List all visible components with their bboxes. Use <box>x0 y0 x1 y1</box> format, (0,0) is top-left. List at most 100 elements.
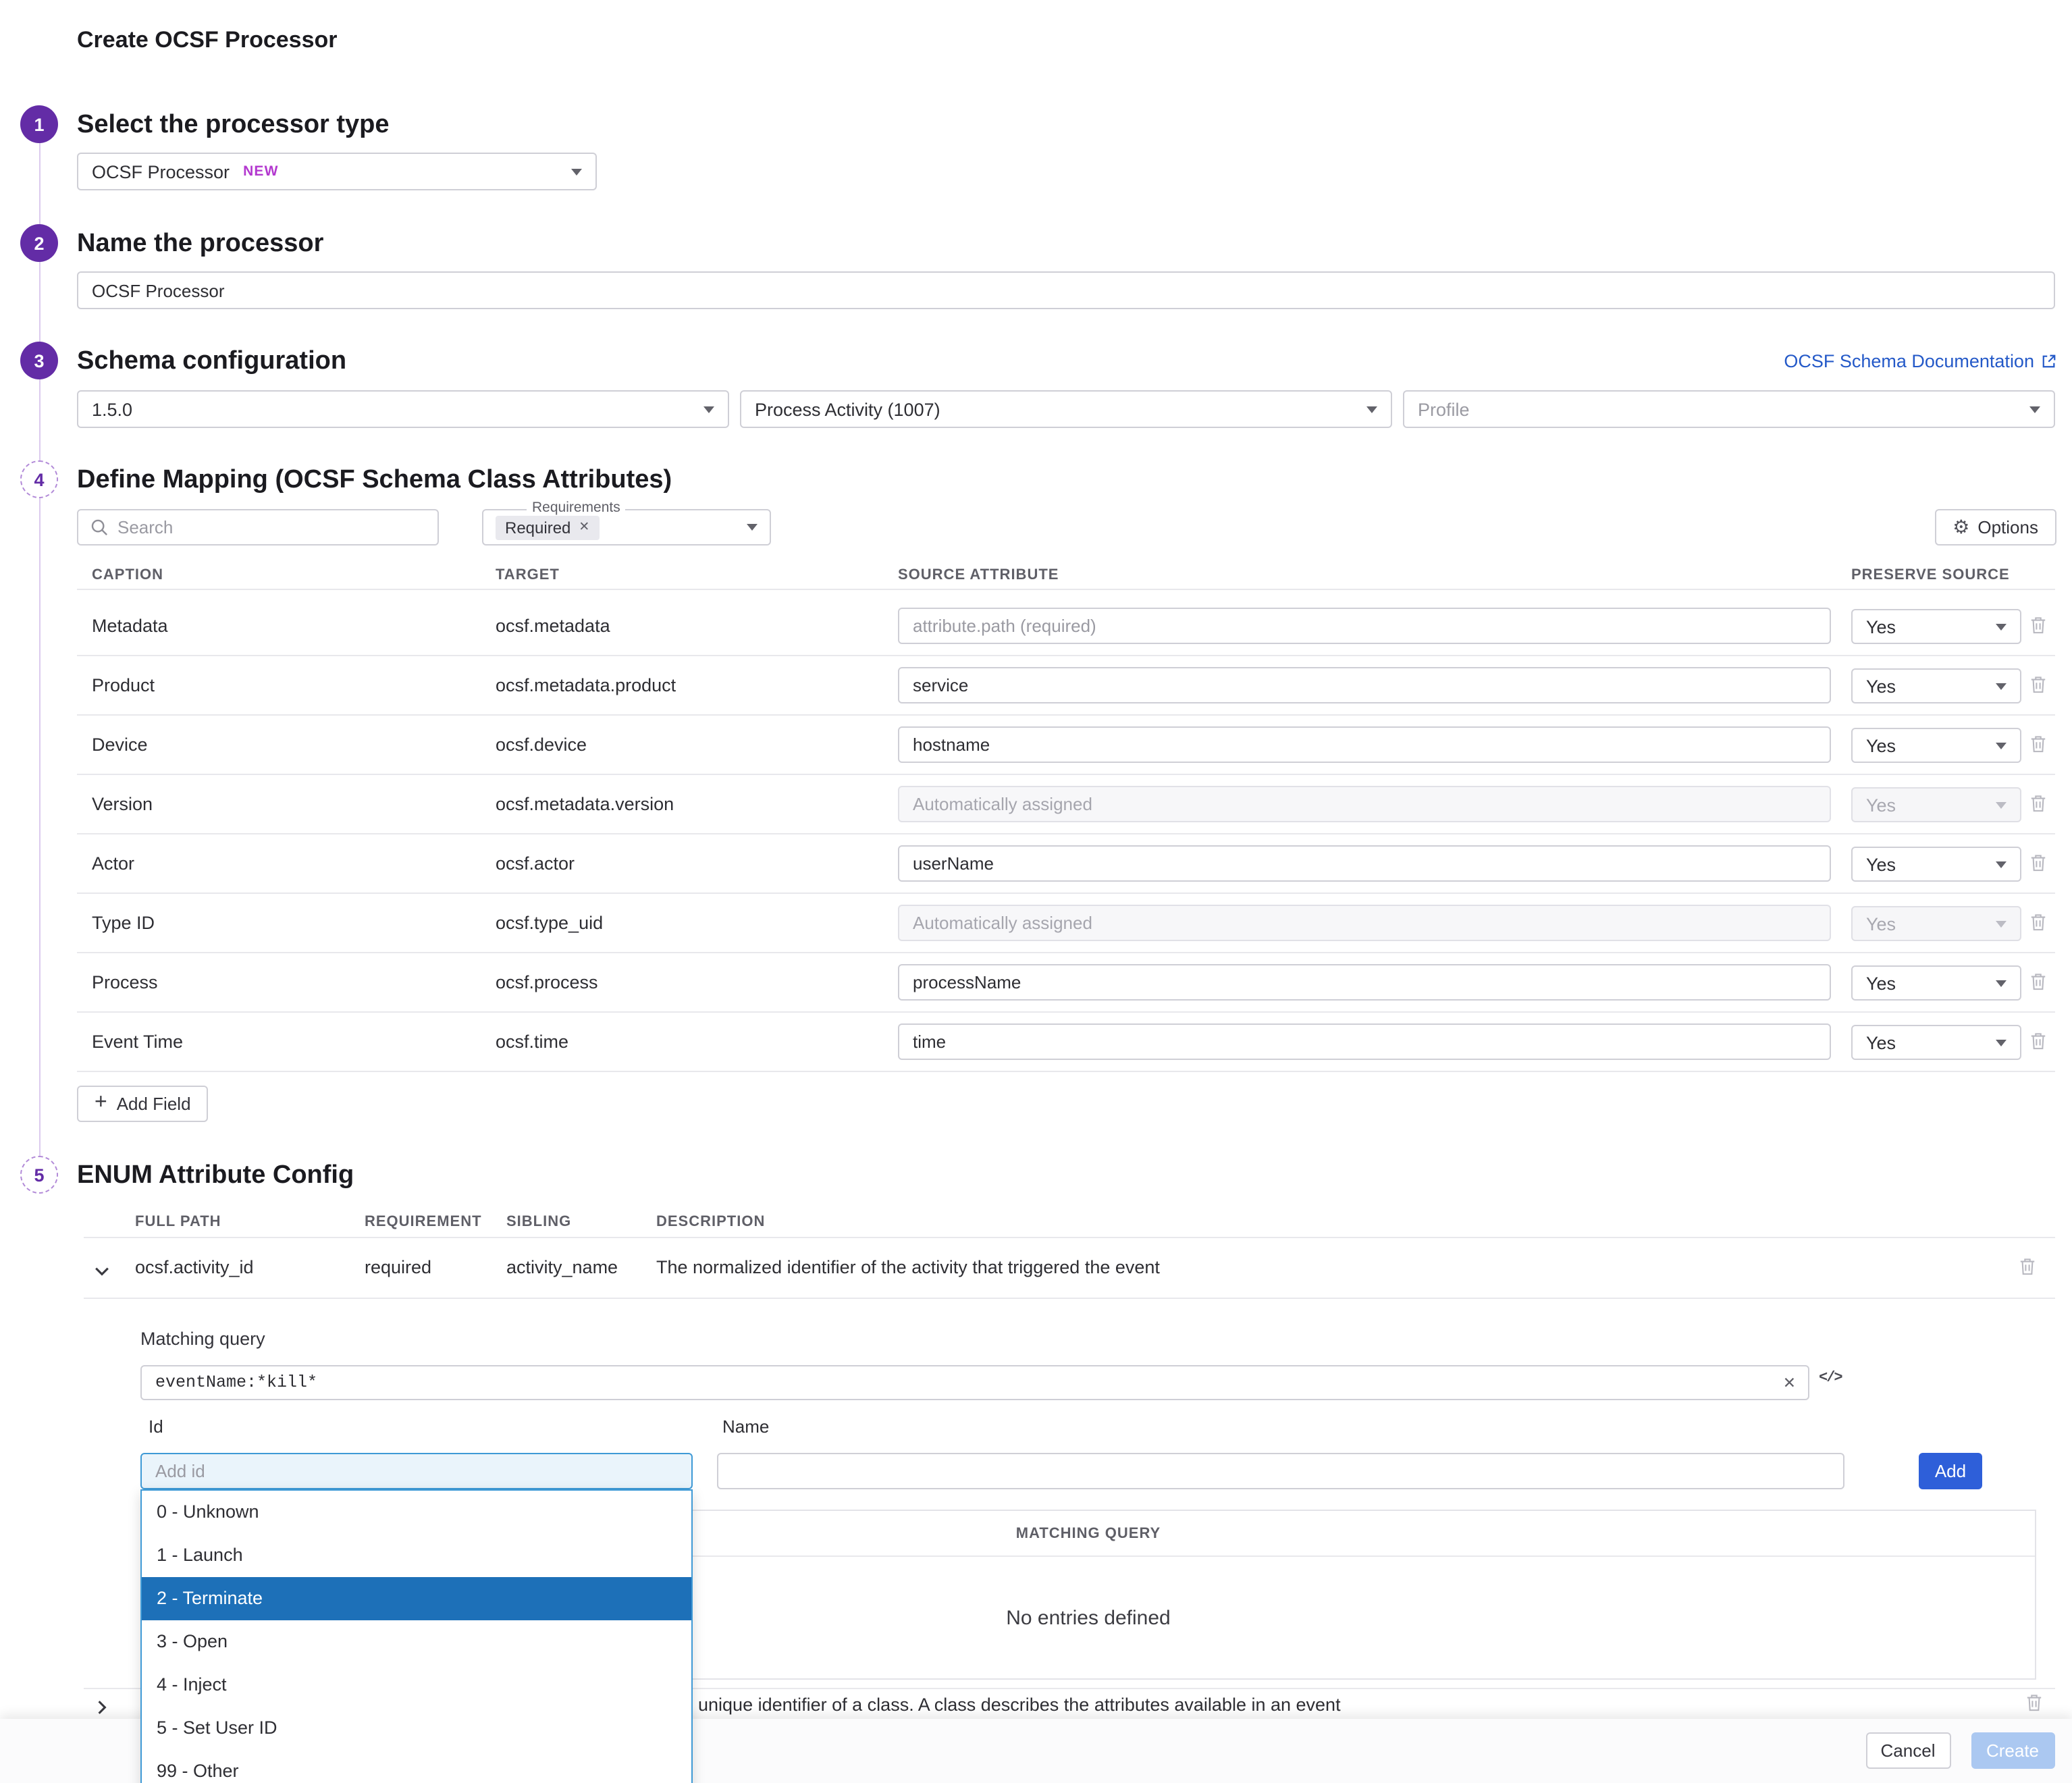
new-badge: NEW <box>243 163 279 180</box>
mapping-target: ocsf.type_uid <box>496 913 604 933</box>
enum-name-input[interactable] <box>717 1453 1844 1489</box>
cancel-button[interactable]: Cancel <box>1865 1732 1950 1769</box>
mapping-row-product: Product ocsf.metadata.product Yes <box>77 656 2055 716</box>
enum-requirement: required <box>365 1257 432 1277</box>
enum-id-input[interactable] <box>140 1453 693 1489</box>
trash-icon <box>2027 1695 2042 1711</box>
remove-chip-icon[interactable]: ✕ <box>579 520 589 535</box>
column-header-caption: CAPTION <box>92 567 163 583</box>
mapping-caption: Event Time <box>92 1032 184 1052</box>
source-attribute-input <box>898 786 1831 822</box>
chevron-down-icon <box>1996 683 2007 689</box>
enum-description-partial: unique identifier of a class. A class de… <box>698 1695 1341 1715</box>
schema-version-select[interactable]: 1.5.0 <box>77 390 729 428</box>
delete-row-button[interactable] <box>2025 1693 2043 1716</box>
dropdown-option[interactable]: 3 - Open <box>142 1620 691 1664</box>
dropdown-option[interactable]: 99 - Other <box>142 1750 691 1783</box>
matching-query-field: ✕ <box>140 1365 1809 1400</box>
enum-sibling: activity_name <box>506 1257 618 1277</box>
chevron-down-icon <box>1996 920 2007 927</box>
source-attribute-input[interactable] <box>898 608 1831 644</box>
step-2-heading: Name the processor <box>77 230 324 258</box>
chevron-down-icon <box>747 524 758 531</box>
enum-description: The normalized identifier of the activit… <box>656 1257 1160 1277</box>
step-4-indicator: 4 <box>20 460 58 498</box>
enum-full-path: ocsf.activity_id <box>135 1257 254 1277</box>
column-header-full-path: FULL PATH <box>135 1214 221 1230</box>
delete-row-button[interactable] <box>2029 913 2047 936</box>
step-5-indicator: 5 <box>20 1156 58 1194</box>
delete-row-button[interactable] <box>2029 1032 2047 1055</box>
source-attribute-input[interactable] <box>898 964 1831 1001</box>
mapping-row-metadata: Metadata ocsf.metadata Yes <box>77 597 2055 656</box>
event-class-select[interactable]: Process Activity (1007) <box>740 390 1392 428</box>
mapping-caption: Product <box>92 675 155 695</box>
preserve-source-select[interactable]: Yes <box>1851 965 2021 1001</box>
preserve-source-select[interactable]: Yes <box>1851 668 2021 703</box>
preserve-source-select[interactable]: Yes <box>1851 847 2021 882</box>
trash-icon <box>2031 1033 2046 1050</box>
matching-query-input[interactable] <box>142 1373 1771 1392</box>
preserve-source-select[interactable]: Yes <box>1851 609 2021 644</box>
preserve-source-select[interactable]: Yes <box>1851 1025 2021 1060</box>
create-button: Create <box>1971 1732 2054 1769</box>
source-attribute-input[interactable] <box>898 1023 1831 1060</box>
create-ocsf-processor-page: Create OCSF Processor 1 Select the proce… <box>0 0 2072 1783</box>
processor-name-input[interactable] <box>77 271 2055 309</box>
step-3-heading: Schema configuration <box>77 347 347 375</box>
schema-documentation-link[interactable]: OCSF Schema Documentation <box>1784 351 2056 371</box>
external-link-icon <box>2042 354 2055 368</box>
processor-type-select[interactable]: OCSF Processor NEW <box>77 153 597 190</box>
trash-icon <box>2031 736 2046 753</box>
delete-row-button[interactable] <box>2029 675 2047 698</box>
mapping-target: ocsf.actor <box>496 853 575 874</box>
delete-row-button[interactable] <box>2029 794 2047 817</box>
profile-select[interactable]: Profile <box>1403 390 2055 428</box>
delete-row-button[interactable] <box>2029 616 2047 639</box>
delete-row-button[interactable] <box>2029 853 2047 876</box>
delete-row-button[interactable] <box>2029 972 2047 995</box>
expand-row-button[interactable] <box>95 1696 109 1716</box>
dropdown-option[interactable]: 4 - Inject <box>142 1664 691 1707</box>
trash-icon <box>2031 855 2046 872</box>
options-button[interactable]: ⚙ Options <box>1935 509 2056 545</box>
chevron-down-icon <box>1996 801 2007 808</box>
delete-row-button[interactable] <box>2029 735 2047 757</box>
chevron-right-icon <box>98 1701 107 1714</box>
dropdown-option[interactable]: 1 - Launch <box>142 1534 691 1577</box>
column-header-target: TARGET <box>496 567 560 583</box>
add-field-button[interactable]: + Add Field <box>77 1086 209 1122</box>
source-attribute-input[interactable] <box>898 845 1831 882</box>
enum-row-activity-id: ocsf.activity_id required activity_name … <box>84 1238 2055 1299</box>
step-2-indicator: 2 <box>20 224 58 262</box>
collapse-row-button[interactable] <box>95 1260 109 1280</box>
code-editor-icon[interactable]: </> <box>1819 1370 1843 1387</box>
clear-query-icon[interactable]: ✕ <box>1771 1373 1808 1392</box>
enum-attribute-table: FULL PATH REQUIREMENT SIBLING DESCRIPTIO… <box>84 1213 2055 1299</box>
enum-table-header: FULL PATH REQUIREMENT SIBLING DESCRIPTIO… <box>84 1213 2055 1238</box>
requirements-filter-select[interactable]: Requirements Required ✕ <box>482 500 771 545</box>
add-enum-entry-button[interactable]: Add <box>1919 1453 1982 1489</box>
mapping-caption: Process <box>92 972 158 992</box>
mapping-target: ocsf.device <box>496 735 587 755</box>
source-attribute-input[interactable] <box>898 667 1831 703</box>
dropdown-option-selected[interactable]: 2 - Terminate <box>142 1577 691 1620</box>
mapping-row-process: Process ocsf.process Yes <box>77 953 2055 1013</box>
mapping-table: CAPTION TARGET SOURCE ATTRIBUTE PRESERVE… <box>77 567 2055 1072</box>
requirement-chip: Required ✕ <box>496 515 600 539</box>
delete-row-button[interactable] <box>2019 1257 2036 1280</box>
mapping-target: ocsf.metadata.product <box>496 675 676 695</box>
chevron-down-icon <box>1996 742 2007 749</box>
dropdown-option[interactable]: 5 - Set User ID <box>142 1707 691 1750</box>
search-icon <box>91 519 107 535</box>
chevron-down-icon <box>1996 623 2007 630</box>
mapping-row-version: Version ocsf.metadata.version Yes <box>77 775 2055 834</box>
preserve-source-select[interactable]: Yes <box>1851 728 2021 763</box>
chevron-down-icon <box>2029 406 2040 413</box>
source-attribute-input[interactable] <box>898 726 1831 763</box>
gear-icon: ⚙ <box>1953 516 1970 538</box>
dropdown-option[interactable]: 0 - Unknown <box>142 1491 691 1534</box>
mapping-caption: Actor <box>92 853 135 874</box>
plus-icon: + <box>95 1090 107 1113</box>
search-input[interactable] <box>108 517 425 537</box>
